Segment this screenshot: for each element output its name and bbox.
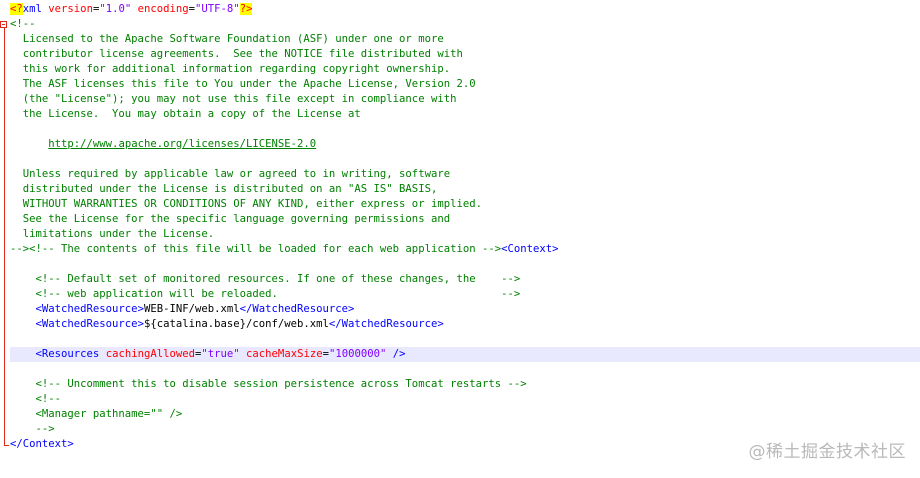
code-line[interactable] <box>10 122 920 137</box>
code-line[interactable]: <!-- Uncomment this to disable session p… <box>10 377 920 392</box>
code-line[interactable]: contributor license agreements. See the … <box>10 47 920 62</box>
code-line[interactable]: distributed under the License is distrib… <box>10 182 920 197</box>
code-token: <!-- web application will be reloaded. -… <box>10 288 521 300</box>
code-token: ${catalina.base}/conf/web.xml <box>143 318 329 330</box>
code-token: version <box>48 3 93 15</box>
code-token: WEB-INF/web.xml <box>143 303 240 315</box>
code-token: this work for additional information reg… <box>10 63 451 75</box>
code-token: limitations under the License. <box>10 228 215 240</box>
code-token: /> <box>392 348 406 360</box>
code-line[interactable]: this work for additional information reg… <box>10 62 920 77</box>
code-editor[interactable]: <?xml version="1.0" encoding="UTF-8"?> <!… <box>0 0 920 478</box>
watermark: @稀土掘金技术社区 <box>748 442 906 462</box>
code-token: <!-- Uncomment this to disable session p… <box>10 378 527 390</box>
code-token: --><!-- The contents of this file will b… <box>10 243 502 255</box>
code-line[interactable]: <Resources cachingAllowed="true" cacheMa… <box>10 347 920 362</box>
code-line[interactable]: --><!-- The contents of this file will b… <box>10 242 920 257</box>
code-line[interactable]: <!-- Default set of monitored resources.… <box>10 272 920 287</box>
code-token: contributor license agreements. See the … <box>10 48 463 60</box>
code-token: <Context> <box>501 243 559 255</box>
code-token: </WatchedResource> <box>239 303 355 315</box>
code-token: <Manager pathname="" /> <box>10 408 183 420</box>
code-token: Licensed to the Apache Software Foundati… <box>10 33 444 45</box>
code-line[interactable]: Licensed to the Apache Software Foundati… <box>10 32 920 47</box>
code-token: (the "License"); you may not use this fi… <box>10 93 457 105</box>
code-token: WITHOUT WARRANTIES OR CONDITIONS OF ANY … <box>10 198 482 210</box>
code-line[interactable]: (the "License"); you may not use this fi… <box>10 92 920 107</box>
code-line[interactable]: <WatchedResource>WEB-INF/web.xml</Watche… <box>10 302 920 317</box>
code-token: --> <box>10 423 55 435</box>
code-line[interactable]: <WatchedResource>${catalina.base}/conf/w… <box>10 317 920 332</box>
code-line[interactable]: http://www.apache.org/licenses/LICENSE-2… <box>10 137 920 152</box>
code-line[interactable]: --> <box>10 422 920 437</box>
code-lines[interactable]: <?xml version="1.0" encoding="UTF-8"?> <!… <box>10 2 920 452</box>
fold-collapse-icon[interactable] <box>0 21 7 28</box>
code-line[interactable] <box>10 257 920 272</box>
code-token: </WatchedResource> <box>328 318 444 330</box>
code-line[interactable] <box>10 152 920 167</box>
code-token: the License. You may obtain a copy of th… <box>10 108 361 120</box>
code-token: http://www.apache.org/licenses/LICENSE-2… <box>48 138 317 150</box>
code-token: <WatchedResource> <box>35 318 144 330</box>
code-token: <!-- <box>10 18 36 30</box>
code-line[interactable]: the License. You may obtain a copy of th… <box>10 107 920 122</box>
code-line[interactable]: WITHOUT WARRANTIES OR CONDITIONS OF ANY … <box>10 197 920 212</box>
code-token: Unless required by applicable law or agr… <box>10 168 451 180</box>
code-line[interactable]: Unless required by applicable law or agr… <box>10 167 920 182</box>
code-line[interactable]: <?xml version="1.0" encoding="UTF-8"?> <box>10 2 920 17</box>
code-line[interactable] <box>10 362 920 377</box>
code-token: "true" <box>201 348 240 360</box>
code-line[interactable]: limitations under the License. <box>10 227 920 242</box>
code-token: "UTF-8" <box>195 3 240 15</box>
code-token: <Resources <box>35 348 100 360</box>
code-token: cacheMaxSize <box>246 348 323 360</box>
code-line[interactable]: <!-- web application will be reloaded. -… <box>10 287 920 302</box>
code-line[interactable]: See the License for the specific languag… <box>10 212 920 227</box>
code-line[interactable] <box>10 332 920 347</box>
code-token: cachingAllowed <box>105 348 195 360</box>
code-line[interactable]: <!-- <box>10 392 920 407</box>
code-line[interactable]: <!-- <box>10 17 920 32</box>
fold-gutter <box>0 0 9 478</box>
code-token: <!-- Default set of monitored resources.… <box>10 273 521 285</box>
code-token: "1.0" <box>99 3 132 15</box>
code-token: xml <box>22 3 42 15</box>
code-token: The ASF licenses this file to You under … <box>10 78 476 90</box>
code-token: <WatchedResource> <box>35 303 144 315</box>
fold-guide-line <box>4 28 5 445</box>
code-token: ?> <box>239 3 253 15</box>
code-token: <? <box>10 3 23 15</box>
code-token: </Context> <box>10 438 74 450</box>
code-token: See the License for the specific languag… <box>10 213 451 225</box>
code-line[interactable]: <Manager pathname="" /> <box>10 407 920 422</box>
code-line[interactable]: The ASF licenses this file to You under … <box>10 77 920 92</box>
code-token: distributed under the License is distrib… <box>10 183 438 195</box>
code-token: <!-- <box>10 393 62 405</box>
code-token: encoding <box>137 3 189 15</box>
fold-end-marker <box>4 445 9 446</box>
code-token: "1000000" <box>328 348 387 360</box>
